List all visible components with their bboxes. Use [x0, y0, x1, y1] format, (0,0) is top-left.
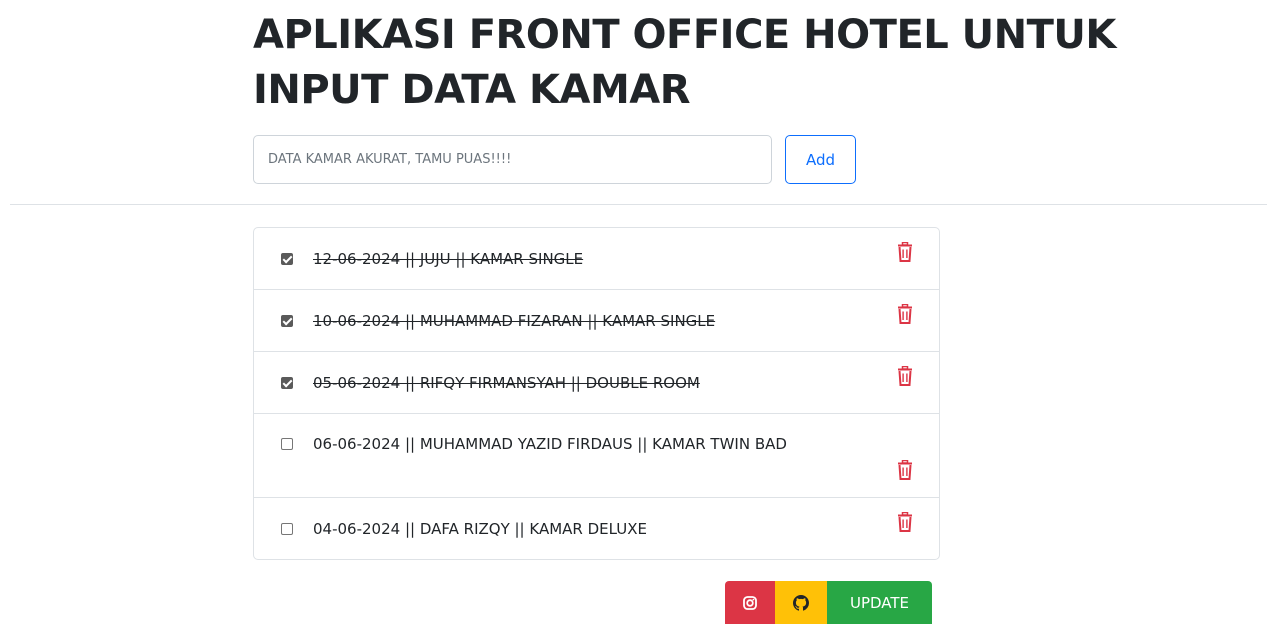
item-text: 12-06-2024 || JUJU || KAMAR SINGLE	[313, 250, 584, 268]
instagram-icon	[743, 595, 757, 610]
footer-button-group: UPDATE	[725, 581, 932, 624]
done-checkbox[interactable]	[281, 253, 293, 265]
room-list: 12-06-2024 || JUJU || KAMAR SINGLE 10-06…	[253, 227, 940, 560]
update-button[interactable]: UPDATE	[827, 581, 932, 624]
github-icon	[793, 594, 809, 611]
done-checkbox[interactable]	[281, 377, 293, 389]
instagram-button[interactable]	[725, 581, 775, 624]
done-checkbox[interactable]	[281, 523, 293, 535]
list-item: 06-06-2024 || MUHAMMAD YAZID FIRDAUS || …	[254, 414, 939, 498]
add-button[interactable]: Add	[785, 135, 856, 184]
page-title: APLIKASI FRONT OFFICE HOTEL UNTUK INPUT …	[253, 12, 1116, 113]
trash-icon[interactable]	[896, 303, 914, 324]
divider	[10, 204, 1267, 205]
item-text: 06-06-2024 || MUHAMMAD YAZID FIRDAUS || …	[313, 435, 787, 453]
done-checkbox[interactable]	[281, 438, 293, 450]
list-item: 10-06-2024 || MUHAMMAD FIZARAN || KAMAR …	[254, 290, 939, 352]
trash-icon[interactable]	[896, 241, 914, 262]
list-item: 04-06-2024 || DAFA RIZQY || KAMAR DELUXE	[254, 498, 939, 559]
done-checkbox[interactable]	[281, 315, 293, 327]
github-button[interactable]	[775, 581, 827, 624]
trash-icon[interactable]	[896, 459, 914, 480]
list-item: 12-06-2024 || JUJU || KAMAR SINGLE	[254, 228, 939, 290]
item-text: 10-06-2024 || MUHAMMAD FIZARAN || KAMAR …	[313, 312, 716, 330]
item-text: 04-06-2024 || DAFA RIZQY || KAMAR DELUXE	[313, 520, 647, 538]
new-item-input[interactable]	[253, 135, 772, 184]
trash-icon[interactable]	[896, 511, 914, 532]
trash-icon[interactable]	[896, 365, 914, 386]
list-item: 05-06-2024 || RIFQY FIRMANSYAH || DOUBLE…	[254, 352, 939, 414]
item-text: 05-06-2024 || RIFQY FIRMANSYAH || DOUBLE…	[313, 374, 700, 392]
